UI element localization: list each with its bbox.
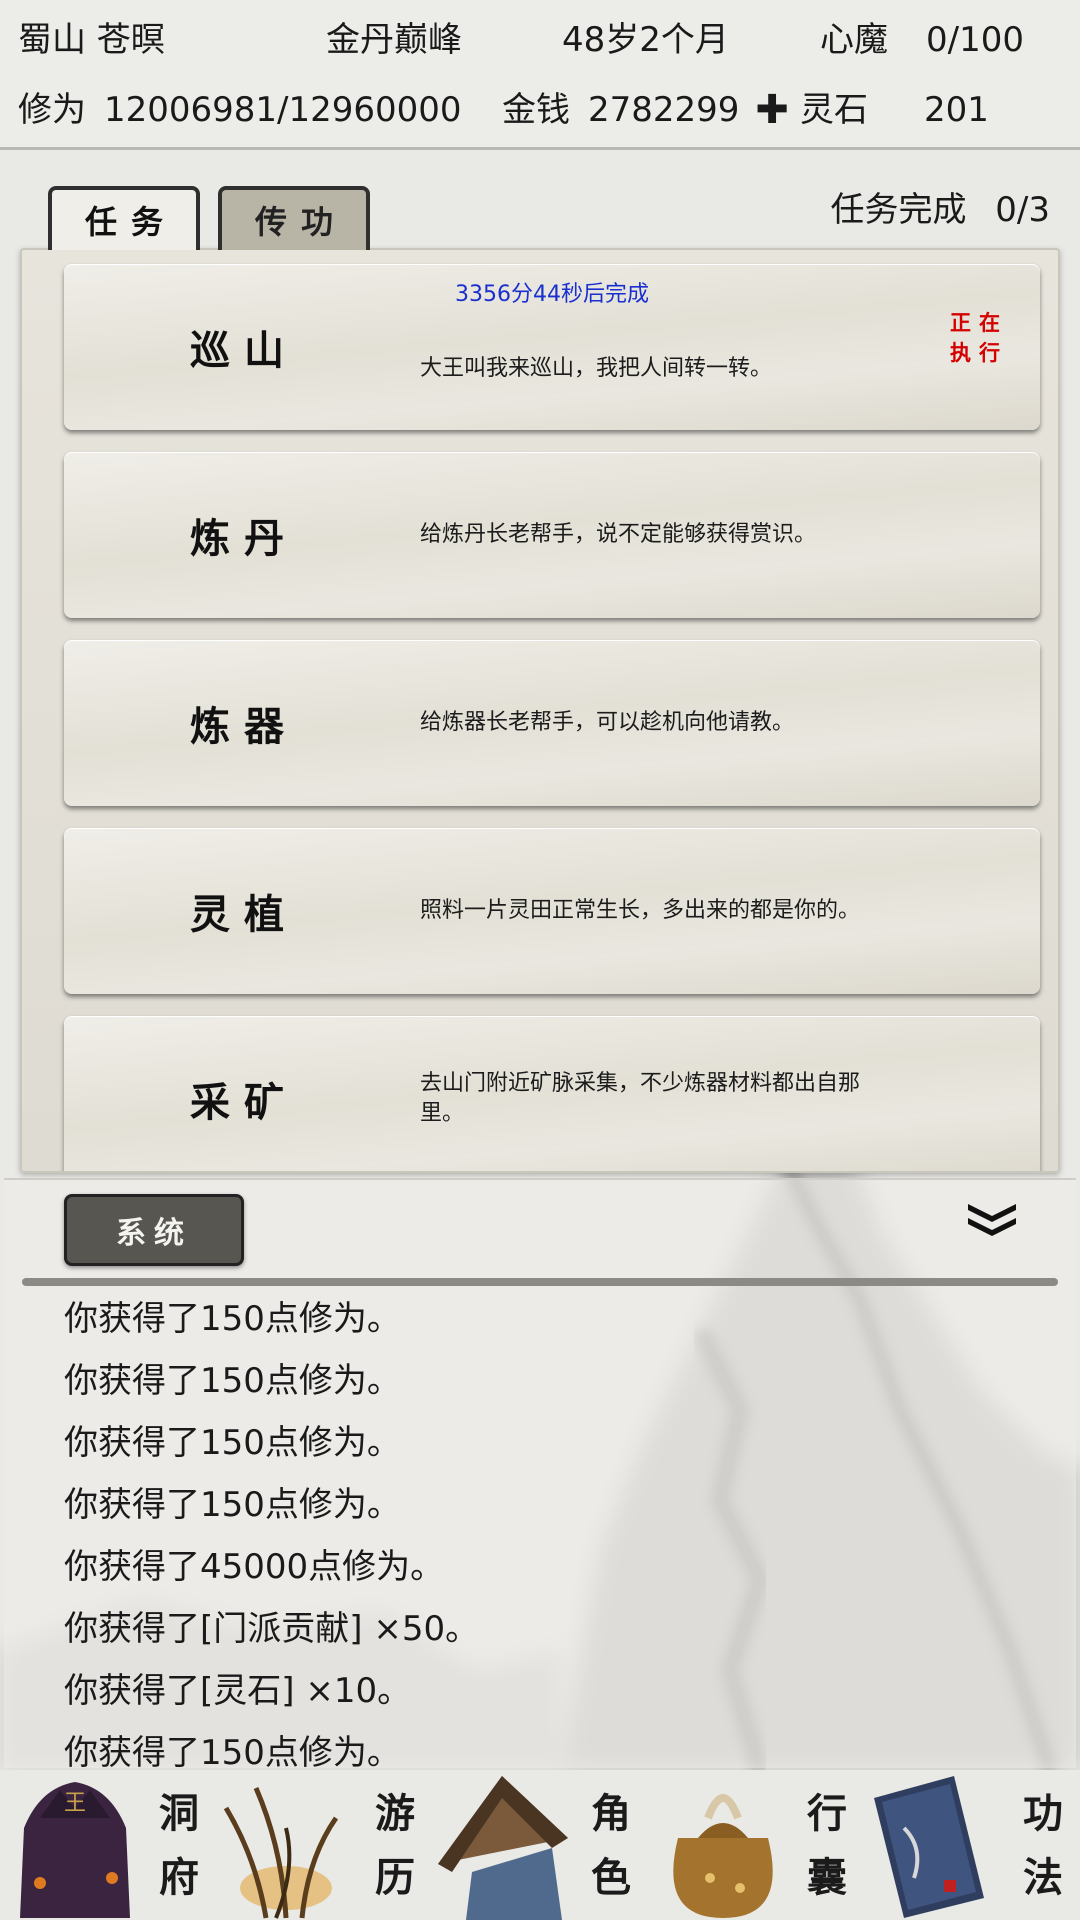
travel-grass-icon <box>223 1787 339 1919</box>
nav-label: 行囊 <box>807 1790 847 1901</box>
sect-name: 蜀山 苍暝 <box>18 20 165 60</box>
nav-cave-dwelling[interactable]: 王 洞府 <box>0 1768 216 1920</box>
log-line: 你获得了150点修为。 <box>64 1423 401 1463</box>
system-channel-button[interactable]: 系统 <box>64 1194 244 1266</box>
tab-tasks[interactable]: 任务 <box>48 186 200 250</box>
task-name: 采矿 <box>190 1079 298 1126</box>
cave-dwelling-icon: 王 <box>20 1782 130 1918</box>
task-description: 大王叫我来巡山，我把人间转一转。 <box>420 356 773 381</box>
log-line: 你获得了150点修为。 <box>64 1361 401 1401</box>
log-line: 你获得了[门派贡献] ×50。 <box>64 1609 480 1649</box>
bag-icon <box>673 1794 773 1918</box>
svg-text:王: 王 <box>64 1791 86 1816</box>
task-completion-count: 任务完成 0/3 <box>830 180 1050 240</box>
task-name: 巡山 <box>190 327 298 374</box>
status-row-bottom: 修为 12006981/12960000 金钱 2782299 ✚ 灵石 201 <box>0 80 1080 140</box>
money-value: 2782299 <box>588 90 740 130</box>
log-lines[interactable]: 你获得了150点修为。 你获得了150点修为。 你获得了150点修为。 你获得了… <box>64 1288 1044 1784</box>
nav-label: 角色 <box>591 1790 631 1901</box>
cultivation-value: 12006981/12960000 <box>104 90 462 130</box>
scroll-book-icon <box>874 1776 984 1918</box>
nav-label: 游历 <box>375 1790 415 1901</box>
task-count-value: 0/3 <box>995 190 1050 230</box>
bottom-nav: 王 洞府 游历 角色 行囊 功法 <box>0 1768 1080 1920</box>
tab-transfer[interactable]: 传功 <box>218 186 370 250</box>
task-count-label: 任务完成 <box>830 190 967 230</box>
system-log-panel: 系统 你获得了150点修为。 你获得了150点修为。 你获得了150点修为。 你… <box>4 1178 1076 1773</box>
spirit-stone-label: 灵石 <box>800 90 868 130</box>
nav-bag[interactable]: 行囊 <box>648 1768 864 1920</box>
collapse-chevron-icon[interactable] <box>964 1200 1020 1240</box>
task-name: 炼器 <box>190 703 298 750</box>
log-line: 你获得了45000点修为。 <box>64 1547 445 1587</box>
money-label: 金钱 <box>502 90 570 130</box>
task-name: 炼丹 <box>190 515 298 562</box>
task-description: 去山门附近矿脉采集，不少炼器材料都出自那里。 <box>420 1071 861 1126</box>
task-list-panel: 3356分44秒后完成 巡山 大王叫我来巡山，我把人间转一转。 正在执行 炼丹 … <box>20 248 1060 1173</box>
nav-travel[interactable]: 游历 <box>216 1768 432 1920</box>
nav-label: 功法 <box>1023 1790 1063 1901</box>
log-divider <box>22 1278 1058 1286</box>
nav-label: 洞府 <box>159 1790 199 1901</box>
straw-hat-character-icon <box>438 1776 568 1920</box>
nav-character[interactable]: 角色 <box>432 1768 648 1920</box>
demon-label: 心魔 <box>820 20 888 60</box>
task-description: 给炼丹长老帮手，说不定能够获得赏识。 <box>420 522 817 547</box>
task-name: 灵植 <box>190 891 298 938</box>
spirit-stone-icon: ✚ <box>755 87 789 133</box>
task-card-forging[interactable]: 炼器 给炼器长老帮手，可以趁机向他请教。 <box>64 640 1040 806</box>
demon-value: 0/100 <box>926 20 1024 60</box>
log-line: 你获得了150点修为。 <box>64 1485 401 1525</box>
task-description: 给炼器长老帮手，可以趁机向他请教。 <box>420 710 795 735</box>
task-running-status: 正在执行 <box>950 310 1008 365</box>
task-card-herb-planting[interactable]: 灵植 照料一片灵田正常生长，多出来的都是你的。 <box>64 828 1040 994</box>
cultivation-label: 修为 <box>18 90 86 130</box>
task-card-alchemy[interactable]: 炼丹 给炼丹长老帮手，说不定能够获得赏识。 <box>64 452 1040 618</box>
log-line: 你获得了[灵石] ×10。 <box>64 1671 412 1711</box>
status-bar: 蜀山 苍暝 金丹巅峰 48岁2个月 心魔 0/100 修为 12006981/1… <box>0 0 1080 150</box>
task-card-mining[interactable]: 采矿 去山门附近矿脉采集，不少炼器材料都出自那里。 <box>64 1016 1040 1171</box>
status-row-top: 蜀山 苍暝 金丹巅峰 48岁2个月 心魔 0/100 <box>0 10 1080 70</box>
spirit-stone-value: 201 <box>924 90 989 130</box>
nav-techniques[interactable]: 功法 <box>864 1768 1080 1920</box>
task-card-patrol[interactable]: 3356分44秒后完成 巡山 大王叫我来巡山，我把人间转一转。 正在执行 <box>64 264 1040 430</box>
log-line: 你获得了150点修为。 <box>64 1299 401 1339</box>
task-description: 照料一片灵田正常生长，多出来的都是你的。 <box>420 898 861 923</box>
age: 48岁2个月 <box>562 20 729 60</box>
realm: 金丹巅峰 <box>326 20 462 60</box>
